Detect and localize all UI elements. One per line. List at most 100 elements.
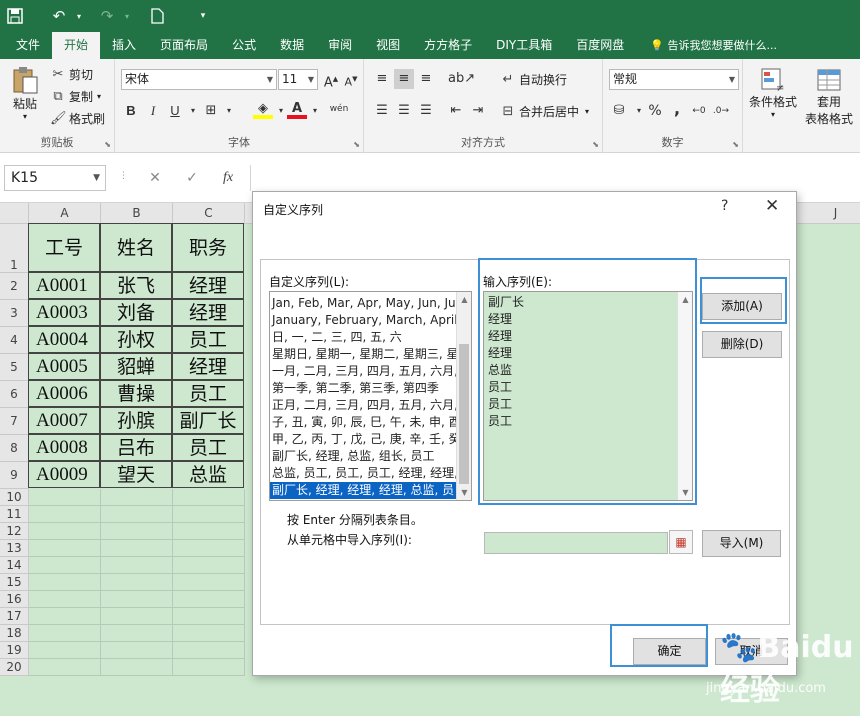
- row-header[interactable]: 3: [0, 300, 29, 327]
- custom-list-item[interactable]: January, February, March, April,: [270, 312, 456, 329]
- save-icon[interactable]: [0, 0, 30, 32]
- grid-cell[interactable]: [101, 625, 173, 642]
- grid-cell[interactable]: [101, 489, 173, 506]
- grid-cell[interactable]: 总监: [172, 461, 244, 488]
- grid-cell[interactable]: A0008: [28, 434, 100, 461]
- column-header-a[interactable]: A: [29, 203, 101, 224]
- merge-center-button[interactable]: ⊟ 合并后居中 ▾: [500, 103, 589, 120]
- grid-cell[interactable]: [29, 557, 101, 574]
- grid-cell[interactable]: 吕布: [100, 434, 172, 461]
- grid-cell[interactable]: [173, 506, 245, 523]
- custom-list-item[interactable]: 第一季, 第二季, 第三季, 第四季: [270, 380, 456, 397]
- grid-cell[interactable]: [173, 608, 245, 625]
- scroll-up-icon[interactable]: ▲: [678, 292, 692, 307]
- custom-list-item[interactable]: 副厂长, 经理, 总监, 组长, 员工: [270, 448, 456, 465]
- align-bottom-icon[interactable]: ≡: [416, 69, 436, 89]
- grid-cell[interactable]: A0006: [28, 380, 100, 407]
- font-color-icon[interactable]: A: [287, 99, 307, 119]
- grid-cell[interactable]: 经理: [172, 353, 244, 380]
- new-file-icon[interactable]: [142, 0, 172, 32]
- borders-icon[interactable]: ⊞: [201, 101, 221, 121]
- grid-cell[interactable]: [173, 489, 245, 506]
- grid-cell[interactable]: [29, 506, 101, 523]
- fill-color-icon[interactable]: ◈: [253, 99, 273, 119]
- grid-cell[interactable]: [173, 659, 245, 676]
- grid-cell[interactable]: [101, 608, 173, 625]
- grid-cell[interactable]: [173, 540, 245, 557]
- grid-cell[interactable]: 曹操: [100, 380, 172, 407]
- grid-cell[interactable]: 经理: [172, 272, 244, 299]
- grid-cell[interactable]: 姓名: [100, 223, 172, 272]
- grid-cell[interactable]: 貂蝉: [100, 353, 172, 380]
- enter-formula-icon[interactable]: ✓: [177, 165, 207, 191]
- range-selector-icon[interactable]: ▦: [669, 530, 693, 554]
- column-header-b[interactable]: B: [101, 203, 173, 224]
- grid-cell[interactable]: [173, 591, 245, 608]
- tab-review[interactable]: 审阅: [316, 32, 364, 59]
- scroll-down-icon[interactable]: ▼: [678, 485, 692, 500]
- grid-cell[interactable]: 孙膑: [100, 407, 172, 434]
- increase-indent-icon[interactable]: ⇥: [468, 101, 488, 121]
- grid-cell[interactable]: A0005: [28, 353, 100, 380]
- row-header[interactable]: 12: [0, 523, 29, 540]
- row-header[interactable]: 11: [0, 506, 29, 523]
- grid-cell[interactable]: 孙权: [100, 326, 172, 353]
- grid-cell[interactable]: [29, 540, 101, 557]
- grid-cell[interactable]: [173, 625, 245, 642]
- row-header[interactable]: 8: [0, 435, 29, 462]
- grid-cell[interactable]: 员工: [172, 434, 244, 461]
- grid-cell[interactable]: 经理: [172, 299, 244, 326]
- grid-cell[interactable]: A0001: [28, 272, 100, 299]
- row-header[interactable]: 14: [0, 557, 29, 574]
- grid-cell[interactable]: [101, 540, 173, 557]
- import-range-input[interactable]: [484, 532, 668, 554]
- paste-button[interactable]: 粘贴 ▾: [10, 65, 40, 121]
- help-icon[interactable]: ?: [721, 198, 728, 214]
- grid-cell[interactable]: A0007: [28, 407, 100, 434]
- grid-cell[interactable]: 职务: [172, 223, 244, 272]
- row-header[interactable]: 17: [0, 608, 29, 625]
- list-entries-textarea[interactable]: 副厂长 经理 经理 经理 总监 员工 员工 员工 ▲ ▼: [483, 291, 693, 501]
- dialog-launcher-icon[interactable]: ⬊: [592, 140, 599, 149]
- underline-button[interactable]: U: [165, 101, 185, 121]
- align-center-icon[interactable]: ☰: [394, 101, 414, 121]
- grid-cell[interactable]: [101, 642, 173, 659]
- format-painter-button[interactable]: 🖌 格式刷: [50, 110, 105, 127]
- custom-lists-listbox[interactable]: Jan, Feb, Mar, Apr, May, Jun, Ju January,…: [269, 291, 472, 501]
- formula-input[interactable]: [250, 165, 856, 191]
- row-header[interactable]: 2: [0, 273, 29, 300]
- custom-list-item[interactable]: 日, 一, 二, 三, 四, 五, 六: [270, 329, 456, 346]
- row-header[interactable]: 5: [0, 354, 29, 381]
- conditional-format-button[interactable]: ≠ 条件格式 ▾: [749, 67, 797, 119]
- grid-cell[interactable]: [29, 608, 101, 625]
- add-button[interactable]: 添加(A): [702, 293, 782, 320]
- grid-cell[interactable]: 望天: [100, 461, 172, 488]
- grid-cell[interactable]: [29, 523, 101, 540]
- cancel-formula-icon[interactable]: ✕: [140, 165, 170, 191]
- custom-list-item[interactable]: 总监, 员工, 员工, 员工, 经理, 经理,: [270, 465, 456, 482]
- dialog-launcher-icon[interactable]: ⬊: [104, 140, 111, 149]
- customize-qat-icon[interactable]: ▾: [188, 0, 218, 32]
- bold-button[interactable]: B: [121, 101, 141, 121]
- row-header[interactable]: 18: [0, 625, 29, 642]
- align-top-icon[interactable]: ≡: [372, 69, 392, 89]
- decrease-decimal-icon[interactable]: .0→: [711, 101, 731, 121]
- column-header-c[interactable]: C: [173, 203, 245, 224]
- row-header[interactable]: 16: [0, 591, 29, 608]
- grid-cell[interactable]: 员工: [172, 326, 244, 353]
- grow-font-icon[interactable]: A▲: [321, 69, 341, 90]
- align-right-icon[interactable]: ☰: [416, 101, 436, 121]
- tab-page-layout[interactable]: 页面布局: [148, 32, 220, 59]
- grid-cell[interactable]: [29, 625, 101, 642]
- grid-cell[interactable]: [173, 574, 245, 591]
- row-header[interactable]: 9: [0, 462, 29, 489]
- grid-cell[interactable]: [29, 659, 101, 676]
- grid-cell[interactable]: A0003: [28, 299, 100, 326]
- select-all-corner[interactable]: [0, 203, 29, 224]
- grid-cell[interactable]: 刘备: [100, 299, 172, 326]
- decrease-indent-icon[interactable]: ⇤: [446, 101, 466, 121]
- grid-cell[interactable]: [101, 591, 173, 608]
- cut-button[interactable]: ✂ 剪切: [50, 66, 93, 83]
- dialog-launcher-icon[interactable]: ⬊: [732, 140, 739, 149]
- scroll-thumb[interactable]: [459, 344, 469, 484]
